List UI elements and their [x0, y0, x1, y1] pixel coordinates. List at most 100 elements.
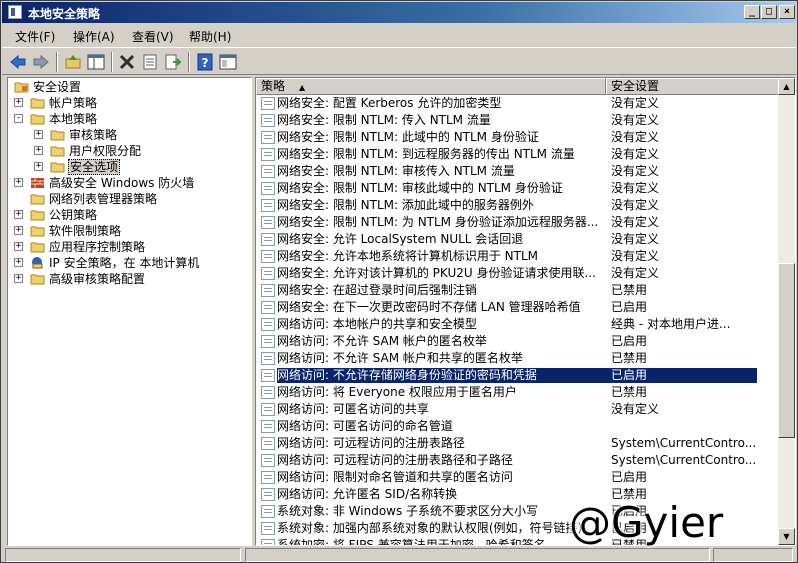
policy-name: 网络访问: 限制对命名管道和共享的匿名访问 — [277, 470, 513, 484]
tree-item[interactable]: + 公钥策略 — [8, 207, 251, 223]
ip-security-icon — [30, 256, 45, 269]
expand-icon[interactable]: + — [14, 226, 23, 235]
expand-icon[interactable]: + — [14, 258, 23, 267]
table-row[interactable]: 网络访问: 不允许存储网络身份验证的密码和凭据 已启用 — [256, 367, 779, 384]
tree-item[interactable]: + 高级安全 Windows 防火墙 — [8, 175, 251, 191]
title-bar[interactable]: 本地安全策略 _ □ × — [2, 2, 796, 23]
policy-item-icon — [261, 148, 275, 161]
table-row[interactable]: 网络访问: 可匿名访问的共享 没有定义 — [256, 401, 779, 418]
policy-setting: 没有定义 — [611, 130, 660, 144]
table-row[interactable]: 网络访问: 限制对命名管道和共享的匿名访问 已启用 — [256, 469, 779, 486]
tree-item[interactable]: + 高级审核策略配置 — [8, 271, 251, 287]
tree-item[interactable]: + 安全选项 — [8, 159, 251, 175]
policy-setting: 没有定义 — [611, 96, 660, 110]
expand-icon[interactable]: + — [34, 162, 43, 171]
firewall-icon — [30, 176, 45, 189]
tree-item[interactable]: + 帐户策略 — [8, 95, 251, 111]
export-list-icon[interactable] — [163, 52, 183, 72]
policy-item-icon — [261, 386, 275, 399]
scroll-down-button[interactable]: ▼ — [778, 528, 795, 545]
status-panel — [713, 548, 793, 562]
tree-item-label: 帐户策略 — [49, 96, 98, 110]
expand-icon[interactable]: + — [14, 178, 23, 187]
table-row[interactable]: 网络安全: 限制 NTLM: 为 NTLM 身份验证添加远程服务器... 没有定义 — [256, 214, 779, 231]
table-row[interactable]: 网络访问: 可远程访问的注册表路径 System\CurrentContro... — [256, 435, 779, 452]
list-header: 策略 ▲ 安全设置 — [256, 78, 779, 95]
table-row[interactable]: 网络访问: 将 Everyone 权限应用于匿名用户 已禁用 — [256, 384, 779, 401]
table-row[interactable]: 网络访问: 不允许 SAM 帐户和共享的匿名枚举 已禁用 — [256, 350, 779, 367]
delete-icon[interactable] — [117, 52, 137, 72]
expand-icon[interactable]: + — [34, 146, 43, 155]
table-row[interactable]: 网络安全: 配置 Kerberos 允许的加密类型 没有定义 — [256, 95, 779, 112]
tree-item[interactable]: + 审核策略 — [8, 127, 251, 143]
policy-name: 网络安全: 允许对该计算机的 PKU2U 身份验证请求使用联... — [277, 266, 596, 280]
properties-icon[interactable] — [140, 52, 160, 72]
expand-icon[interactable]: + — [14, 210, 23, 219]
folder-icon — [30, 96, 45, 109]
table-row[interactable]: 网络访问: 可匿名访问的命名管道 — [256, 418, 779, 435]
console-tree-icon[interactable] — [218, 52, 238, 72]
table-row[interactable]: 网络访问: 不允许 SAM 帐户的匿名枚举 已启用 — [256, 333, 779, 350]
maximize-button[interactable]: □ — [761, 5, 777, 19]
table-row[interactable]: 网络访问: 可远程访问的注册表路径和子路径 System\CurrentContr… — [256, 452, 779, 469]
table-row[interactable]: 网络安全: 限制 NTLM: 传入 NTLM 流量 没有定义 — [256, 112, 779, 129]
table-row[interactable]: 网络安全: 在超过登录时间后强制注销 已禁用 — [256, 282, 779, 299]
sort-ascending-icon: ▲ — [299, 83, 306, 92]
table-row[interactable]: 网络安全: 允许对该计算机的 PKU2U 身份验证请求使用联... 没有定义 — [256, 265, 779, 282]
tree-item-label: 公钥策略 — [49, 208, 98, 222]
folder-icon — [30, 192, 45, 205]
table-row[interactable]: 网络安全: 限制 NTLM: 添加此域中的服务器例外 没有定义 — [256, 197, 779, 214]
policy-list: 策略 ▲ 安全设置 网络安全: 配置 Kerberos 允许的加密类型 没有定义 网络… — [255, 77, 796, 546]
table-row[interactable]: 网络安全: 在下一次更改密码时不存储 LAN 管理器哈希值 已启用 — [256, 299, 779, 316]
tree-item[interactable]: + IP 安全策略，在 本地计算机 — [8, 255, 251, 271]
policy-item-icon — [261, 352, 275, 365]
show-hide-tree-icon[interactable] — [86, 52, 106, 72]
tree-item[interactable]: + 应用程序控制策略 — [8, 239, 251, 255]
vertical-scrollbar[interactable]: ▲ ▼ — [778, 78, 795, 545]
policy-item-icon — [261, 233, 275, 246]
table-row[interactable]: 网络安全: 限制 NTLM: 到远程服务器的传出 NTLM 流量 没有定义 — [256, 146, 779, 163]
policy-setting: 已启用 — [611, 368, 756, 383]
tree-item-label: 应用程序控制策略 — [49, 240, 146, 254]
table-row[interactable]: 网络安全: 限制 NTLM: 审核此域中的 NTLM 身份验证 没有定义 — [256, 180, 779, 197]
scroll-thumb[interactable] — [778, 263, 795, 438]
policy-item-icon — [261, 114, 275, 127]
expand-icon[interactable]: + — [14, 98, 23, 107]
tree-item[interactable]: + 用户权限分配 — [8, 143, 251, 159]
table-row[interactable]: 网络安全: 允许 LocalSystem NULL 会话回退 没有定义 — [256, 231, 779, 248]
table-row[interactable]: 网络访问: 本地帐户的共享和安全模型 经典 - 对本地用户进... — [256, 316, 779, 333]
scroll-up-button[interactable]: ▲ — [778, 78, 795, 95]
policy-setting: 经典 - 对本地用户进... — [611, 317, 731, 331]
policy-item-icon — [261, 165, 275, 178]
tree-item-label: IP 安全策略，在 本地计算机 — [49, 256, 200, 270]
toolbar-separator — [188, 52, 190, 72]
menu-view[interactable]: 查看(V) — [132, 28, 174, 45]
minimize-button[interactable]: _ — [744, 5, 760, 19]
table-row[interactable]: 网络安全: 限制 NTLM: 此域中的 NTLM 身份验证 没有定义 — [256, 129, 779, 146]
expand-icon[interactable]: + — [34, 130, 43, 139]
help-icon[interactable]: ? — [195, 52, 215, 72]
back-arrow-icon[interactable] — [8, 52, 28, 72]
menu-help[interactable]: 帮助(H) — [189, 28, 231, 45]
policy-name: 网络访问: 可匿名访问的共享 — [277, 402, 429, 416]
menu-file[interactable]: 文件(F) — [15, 28, 55, 45]
policy-name: 网络安全: 限制 NTLM: 到远程服务器的传出 NTLM 流量 — [277, 147, 575, 161]
forward-arrow-icon[interactable] — [31, 52, 51, 72]
column-header-policy[interactable]: 策略 ▲ — [256, 78, 606, 95]
expand-icon[interactable]: + — [14, 242, 23, 251]
up-folder-icon[interactable] — [63, 52, 83, 72]
policy-item-icon — [261, 403, 275, 416]
expand-icon[interactable]: + — [14, 274, 23, 283]
tree-item[interactable]: + 软件限制策略 — [8, 223, 251, 239]
table-row[interactable]: 网络安全: 限制 NTLM: 审核传入 NTLM 流量 没有定义 — [256, 163, 779, 180]
table-row[interactable]: 网络安全: 允许本地系统将计算机标识用于 NTLM 没有定义 — [256, 248, 779, 265]
collapse-icon[interactable]: - — [14, 114, 23, 123]
tree-item-label: 本地策略 — [49, 112, 98, 126]
menu-action[interactable]: 操作(A) — [73, 28, 115, 45]
tree-item[interactable]: 网络列表管理器策略 — [8, 191, 251, 207]
tree-item[interactable]: - 本地策略 — [8, 111, 251, 127]
tree-item[interactable]: 安全设置 — [8, 79, 251, 95]
column-header-setting[interactable]: 安全设置 — [606, 78, 779, 95]
close-button[interactable]: × — [779, 5, 795, 19]
column-header-policy-label: 策略 — [261, 79, 286, 93]
